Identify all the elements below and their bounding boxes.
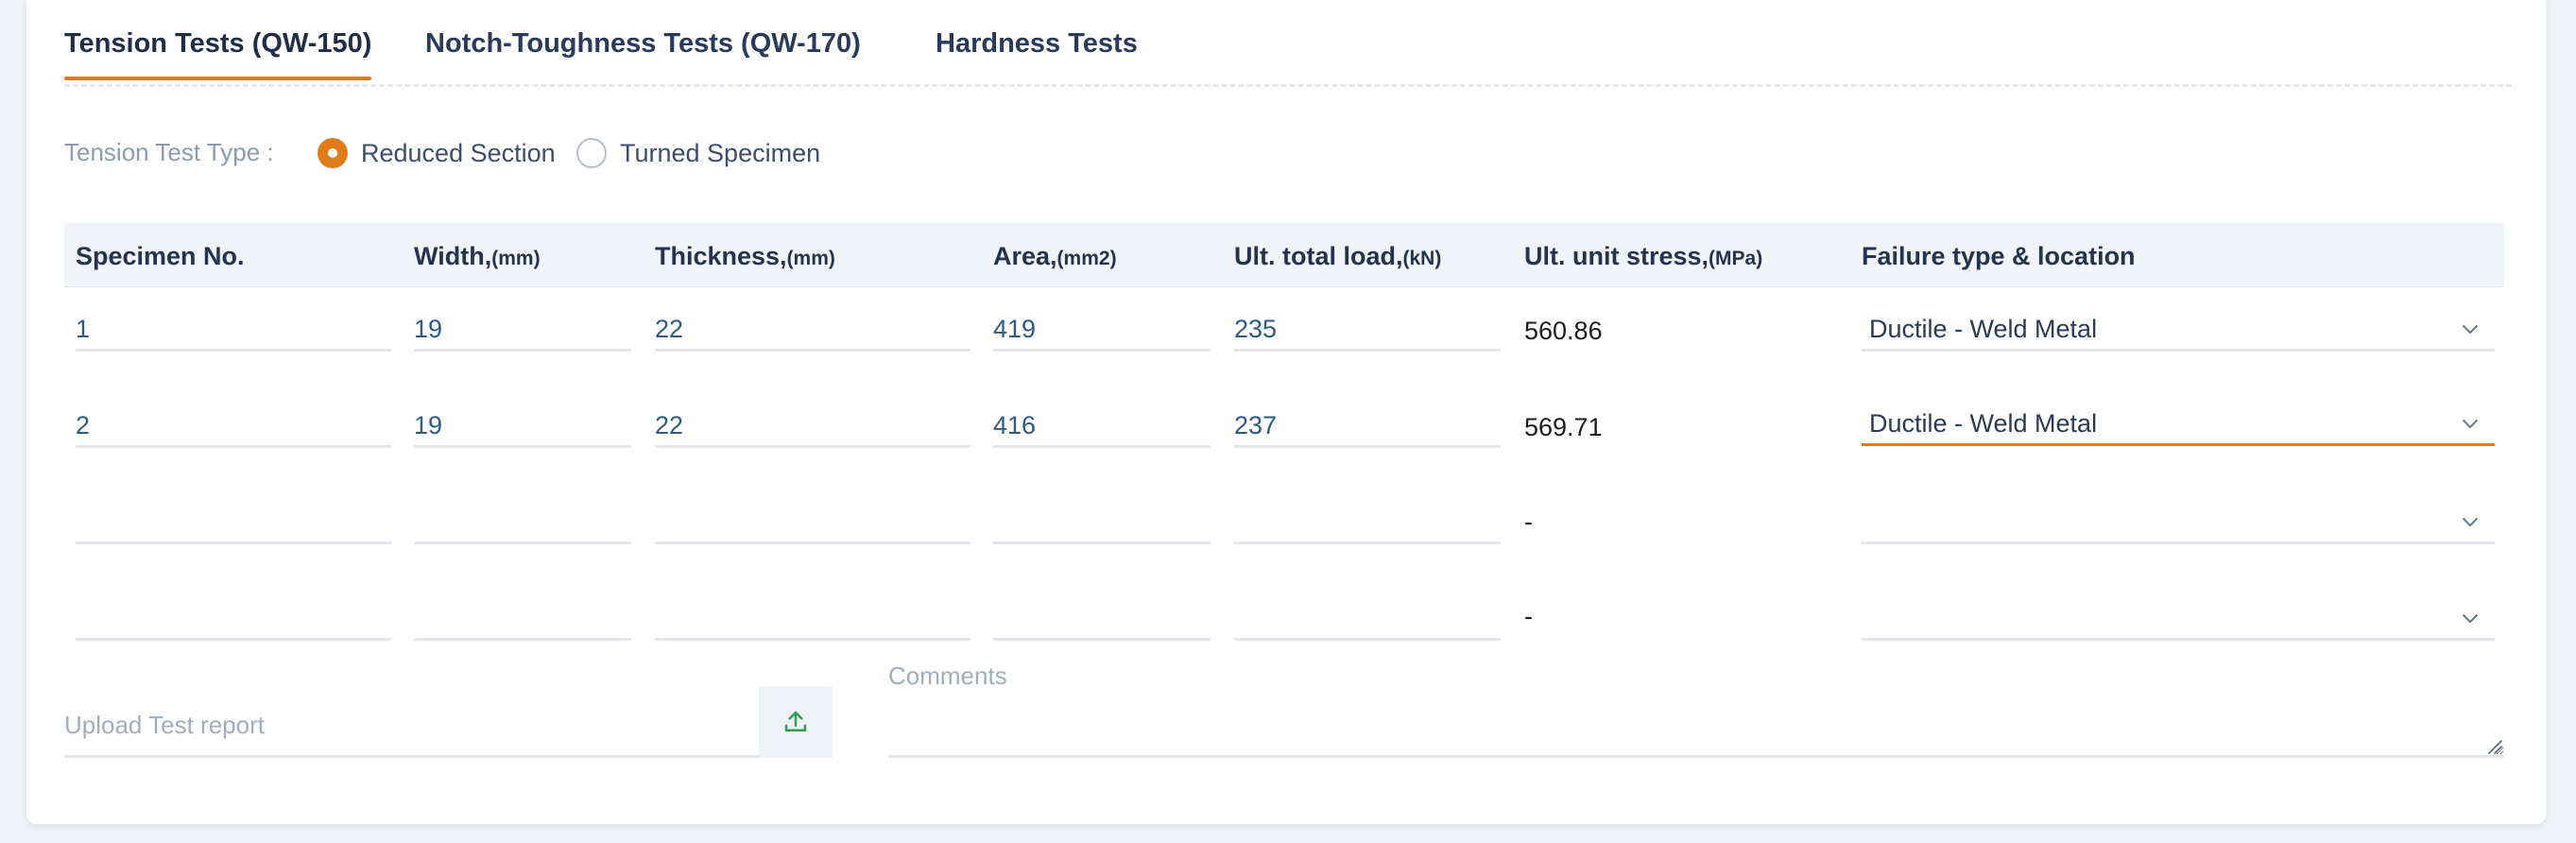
failure-select[interactable]: [1862, 503, 2495, 544]
thickness-input[interactable]: 22: [655, 310, 970, 352]
upload-test-report-field[interactable]: Upload Test report: [64, 688, 832, 758]
comments-label: Comments: [888, 662, 1007, 690]
area-input[interactable]: [993, 503, 1211, 544]
tab-hardness-tests[interactable]: Hardness Tests: [936, 28, 1138, 77]
header-specimen-no: Specimen No.: [76, 242, 245, 270]
chevron-down-icon: [2463, 518, 2478, 526]
header-failure-type: Failure type & location: [1862, 242, 2136, 270]
tension-tests-card: Tension Tests (QW-150) Notch-Toughness T…: [26, 0, 2546, 824]
failure-select-value: Ductile - Weld Metal: [1869, 315, 2098, 343]
comments-textarea[interactable]: [888, 699, 2504, 758]
chevron-down-icon: [2463, 614, 2478, 623]
header-ult-total-load: Ult. total load,(kN): [1234, 242, 1442, 270]
radio-unchecked-icon: [576, 138, 607, 168]
load-input[interactable]: [1234, 503, 1501, 544]
stress-value: 560.86: [1524, 317, 1603, 345]
specimen-input[interactable]: 1: [76, 310, 391, 352]
table-header: Specimen No. Width,(mm) Thickness,(mm) A…: [64, 223, 2504, 287]
thickness-input[interactable]: [655, 503, 970, 544]
radio-reduced-section-label: Reduced Section: [361, 138, 556, 167]
specimen-input[interactable]: [76, 503, 391, 544]
area-input[interactable]: 416: [993, 406, 1211, 448]
upload-placeholder: Upload Test report: [64, 711, 265, 739]
tab-tension-tests[interactable]: Tension Tests (QW-150): [64, 28, 372, 80]
failure-select[interactable]: Ductile - Weld Metal: [1862, 404, 2495, 446]
area-input[interactable]: 419: [993, 310, 1211, 352]
stress-value: -: [1524, 602, 1533, 630]
upload-button[interactable]: [759, 686, 833, 758]
width-input[interactable]: 19: [414, 406, 631, 448]
thickness-input[interactable]: [655, 599, 970, 641]
load-input[interactable]: [1234, 599, 1501, 641]
tab-notch-toughness-tests[interactable]: Notch-Toughness Tests (QW-170): [425, 28, 861, 77]
upload-icon: [784, 711, 807, 731]
radio-turned-specimen-label: Turned Specimen: [620, 138, 821, 167]
failure-select-value: Ductile - Weld Metal: [1869, 409, 2098, 438]
width-input[interactable]: [414, 503, 631, 544]
radio-checked-icon: [318, 138, 348, 168]
thickness-input[interactable]: 22: [655, 406, 970, 448]
area-input[interactable]: [993, 599, 1211, 641]
failure-select[interactable]: [1862, 599, 2495, 641]
load-input[interactable]: 235: [1234, 310, 1501, 352]
resize-grip-icon[interactable]: [2485, 737, 2502, 754]
radio-reduced-section[interactable]: Reduced Section: [318, 138, 556, 168]
radio-turned-specimen[interactable]: Turned Specimen: [576, 138, 820, 168]
stress-value: 569.71: [1524, 413, 1603, 441]
stress-value: -: [1524, 508, 1533, 536]
failure-select[interactable]: Ductile - Weld Metal: [1862, 310, 2495, 352]
header-ult-unit-stress: Ult. unit stress,(MPa): [1524, 242, 1763, 270]
header-area: Area,(mm2): [993, 242, 1117, 270]
test-tabs: Tension Tests (QW-150) Notch-Toughness T…: [64, 0, 2512, 87]
chevron-down-icon: [2463, 325, 2478, 334]
load-input[interactable]: 237: [1234, 406, 1501, 448]
header-thickness: Thickness,(mm): [655, 242, 835, 270]
tension-test-type-label: Tension Test Type :: [64, 138, 274, 166]
width-input[interactable]: [414, 599, 631, 641]
header-width: Width,(mm): [414, 242, 541, 270]
specimen-input[interactable]: 2: [76, 406, 391, 448]
chevron-down-icon: [2463, 420, 2478, 428]
specimen-input[interactable]: [76, 599, 391, 641]
width-input[interactable]: 19: [414, 310, 631, 352]
